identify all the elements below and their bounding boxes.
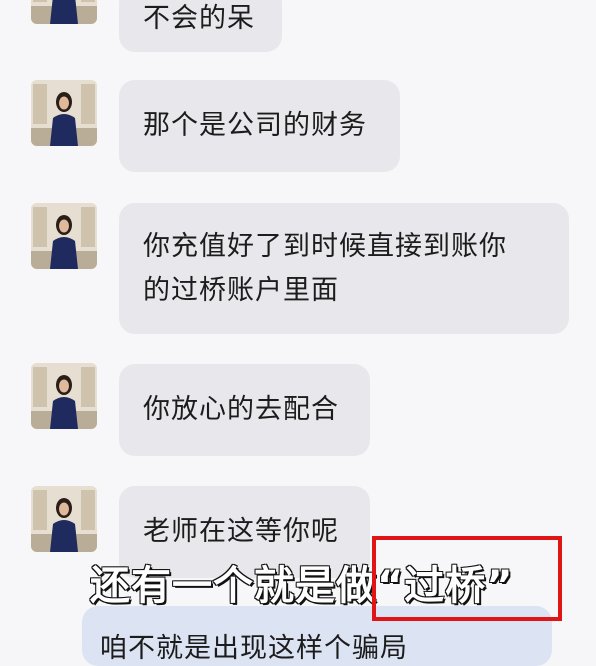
message-bubble[interactable]: 你充值好了到时候直接到账你 的过桥账户里面 bbox=[119, 203, 569, 334]
person-avatar-icon bbox=[31, 80, 97, 146]
person-avatar-icon bbox=[31, 0, 97, 24]
message-bubble[interactable]: 那个是公司的财务 bbox=[119, 80, 400, 172]
sender-avatar[interactable] bbox=[31, 203, 97, 269]
person-avatar-icon bbox=[31, 363, 97, 429]
message-text-partial: 咱不就是出现这样个骗局 bbox=[100, 633, 408, 664]
person-avatar-icon bbox=[31, 203, 97, 269]
sender-avatar[interactable] bbox=[31, 0, 97, 24]
message-bubble[interactable]: 你放心的去配合 bbox=[119, 364, 370, 456]
person-avatar-icon bbox=[31, 486, 97, 552]
sender-avatar[interactable] bbox=[31, 363, 97, 429]
highlight-box bbox=[372, 536, 562, 621]
message-bubble[interactable]: 不会的呆 bbox=[119, 0, 282, 52]
sender-avatar[interactable] bbox=[31, 80, 97, 146]
sender-avatar[interactable] bbox=[31, 486, 97, 552]
chat-window: 不会的呆 那个是公司的财务 你充值好了到时候直接到账你 的过桥账户里面 你放心的… bbox=[0, 0, 596, 666]
